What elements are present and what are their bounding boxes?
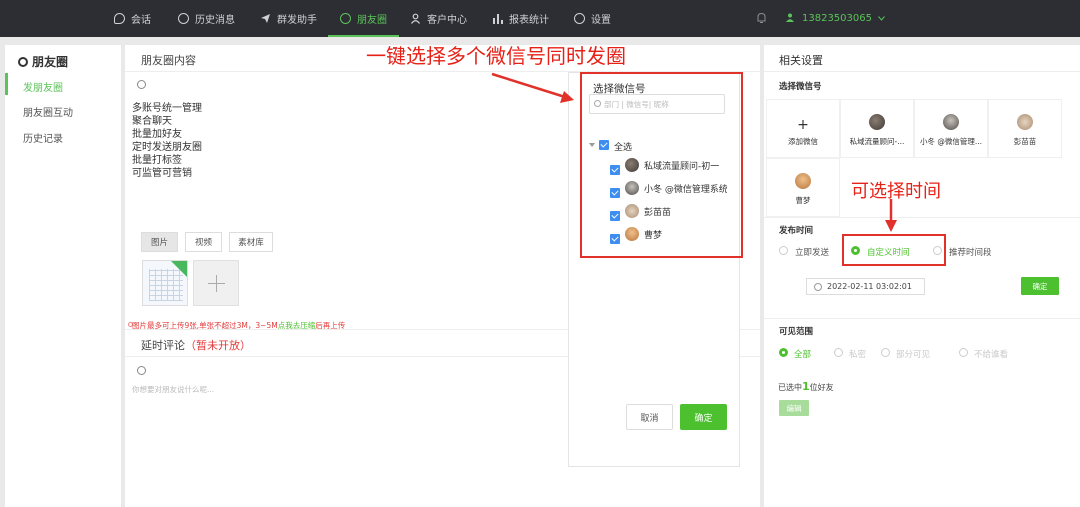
- uploaded-image-thumbnail[interactable]: [142, 260, 188, 306]
- bar-chart-icon: [492, 13, 503, 24]
- settings-title: 相关设置: [779, 54, 823, 67]
- datetime-value: 2022-02-11 03:02:01: [827, 282, 912, 291]
- radio-label: 私密: [849, 350, 867, 360]
- gear-icon: [574, 13, 585, 24]
- confirm-button[interactable]: 确定: [680, 404, 727, 430]
- delay-comment-title: 延时评论（暂未开放）: [141, 337, 251, 353]
- nav-item-broadcast[interactable]: 群发助手: [260, 0, 317, 37]
- plus-icon: +: [797, 117, 809, 133]
- clock-icon: [178, 13, 189, 24]
- sidebar-item-interaction[interactable]: 朋友圈互动: [23, 104, 73, 119]
- cancel-button[interactable]: 取消: [626, 404, 673, 430]
- divider: [764, 217, 1080, 218]
- divider: [764, 318, 1080, 319]
- publish-time-label: 发布时间: [779, 226, 814, 236]
- account-card[interactable]: 私域流量顾问-...: [841, 100, 913, 157]
- user-icon: [410, 13, 421, 24]
- clock-icon: [814, 283, 822, 291]
- nav-item-settings[interactable]: 设置: [574, 0, 611, 37]
- nav-item-customers[interactable]: 客户中心: [410, 0, 467, 37]
- chevron-down-icon: [878, 13, 885, 24]
- comment-input[interactable]: 你想要对朋友说什么呢...: [132, 384, 214, 395]
- tab-videos[interactable]: 视频: [185, 232, 222, 252]
- settings-panel: 相关设置 选择微信号 + 添加微信 私域流量顾问-... 小冬 @微信管理...…: [764, 45, 1080, 507]
- selected-suffix: 位好友: [809, 383, 834, 392]
- time-confirm-button[interactable]: 确定: [1021, 277, 1059, 295]
- emoji-icon[interactable]: [137, 366, 146, 375]
- moments-icon: [340, 13, 351, 24]
- content-title: 朋友圈内容: [141, 54, 196, 67]
- nav-label: 会话: [131, 15, 151, 26]
- nav-item-chat[interactable]: 会话: [114, 0, 151, 37]
- account-name: 私域流量顾问-...: [849, 137, 905, 146]
- nav-label: 朋友圈: [357, 15, 387, 26]
- active-indicator: [5, 73, 8, 95]
- datetime-picker[interactable]: 2022-02-11 03:02:01: [806, 278, 925, 295]
- delay-comment-note: （暂未开放）: [185, 339, 251, 352]
- nav-item-moments[interactable]: 朋友圈: [328, 0, 399, 37]
- selected-prefix: 已选中: [778, 383, 802, 392]
- sidebar-item-post-moment[interactable]: 发朋友圈: [23, 79, 63, 94]
- radio-visibility-private[interactable]: [834, 348, 843, 357]
- account-card[interactable]: 小冬 @微信管理...: [915, 100, 987, 157]
- user-phone: 13823503065: [802, 13, 872, 24]
- radio-label: 立即发送: [795, 248, 830, 258]
- bell-icon[interactable]: [756, 12, 767, 24]
- tab-images[interactable]: 图片: [141, 232, 178, 252]
- nav-label: 设置: [591, 15, 611, 26]
- nav-item-history[interactable]: 历史消息: [178, 0, 235, 37]
- nav-item-reports[interactable]: 报表统计: [492, 0, 549, 37]
- sidebar-item-history[interactable]: 历史记录: [23, 130, 63, 145]
- radio-send-now[interactable]: [779, 246, 788, 255]
- sidebar: 朋友圈 发朋友圈 朋友圈互动 历史记录: [5, 45, 121, 507]
- selected-corner-badge: [171, 261, 187, 277]
- add-account-card[interactable]: + 添加微信: [767, 100, 839, 157]
- selected-count: 1: [802, 380, 810, 393]
- radio-visibility-exclude[interactable]: [959, 348, 968, 357]
- divider: [764, 71, 1080, 72]
- sidebar-title: 朋友圈: [18, 53, 68, 70]
- send-icon: [260, 13, 271, 24]
- content-line: 可监管可营销: [132, 168, 192, 179]
- annotation-multi-account: 一键选择多个微信号同时发圈: [366, 44, 626, 68]
- sidebar-title-text: 朋友圈: [32, 55, 69, 69]
- moments-icon: [18, 56, 28, 67]
- delay-comment-label: 延时评论: [141, 339, 185, 352]
- chat-icon: [114, 13, 125, 24]
- nav-label: 报表统计: [509, 15, 549, 26]
- account-name: 曹梦: [795, 196, 811, 205]
- account-card[interactable]: 曹梦: [767, 159, 839, 216]
- account-name: 小冬 @微信管理...: [919, 137, 983, 146]
- radio-label: 不给谁看: [974, 350, 1009, 360]
- radio-visibility-all[interactable]: [779, 348, 788, 357]
- user-account-menu[interactable]: 13823503065: [786, 0, 885, 37]
- highlight-box-custom-time: [842, 234, 946, 266]
- visibility-label: 可见范围: [779, 327, 814, 337]
- nav-label: 群发助手: [277, 15, 317, 26]
- add-account-label: 添加微信: [788, 137, 818, 146]
- add-image-button[interactable]: [193, 260, 239, 306]
- avatar: [795, 173, 811, 189]
- nav-label: 历史消息: [195, 15, 235, 26]
- radio-visibility-partial[interactable]: [881, 348, 890, 357]
- top-nav-bar: 会话 历史消息 群发助手 朋友圈 客户中心 报表统计 设置 1382350306…: [0, 0, 1080, 37]
- account-name: 彭苗苗: [1013, 137, 1037, 146]
- highlight-box-accounts: [580, 72, 743, 258]
- radio-label: 部分可见: [896, 350, 931, 360]
- radio-label: 全部: [794, 350, 812, 360]
- avatar: [869, 114, 885, 130]
- user-icon: [786, 13, 794, 25]
- avatar: [943, 114, 959, 130]
- radio-label: 推荐时间段: [949, 248, 992, 258]
- account-card[interactable]: 彭苗苗: [989, 100, 1061, 157]
- edit-button[interactable]: 编辑: [779, 400, 809, 416]
- tab-material-library[interactable]: 素材库: [229, 232, 273, 252]
- emoji-icon[interactable]: [137, 80, 146, 89]
- annotation-time-select: 可选择时间: [851, 181, 941, 202]
- nav-label: 客户中心: [427, 15, 467, 26]
- select-account-label: 选择微信号: [779, 82, 822, 92]
- selected-friend-count: 已选中1位好友: [778, 380, 834, 393]
- avatar: [1017, 114, 1033, 130]
